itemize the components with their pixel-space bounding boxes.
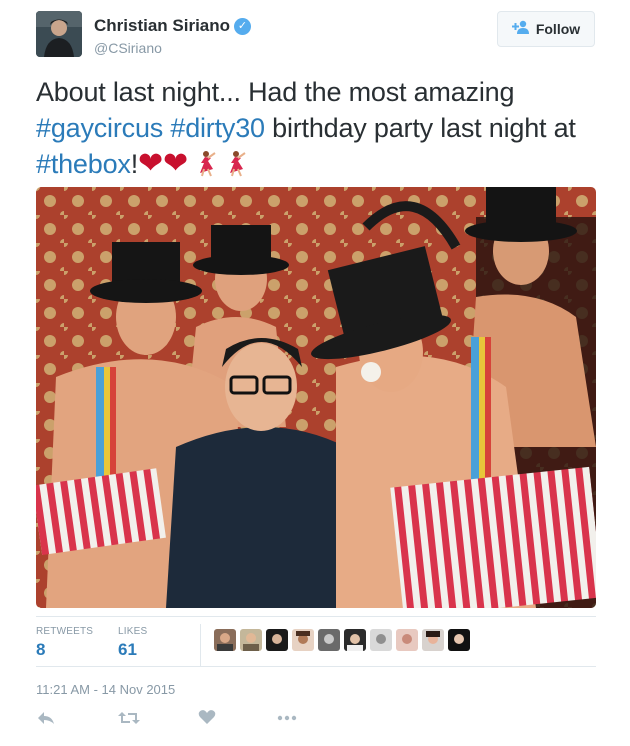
liker-avatar[interactable] — [422, 629, 444, 651]
divider — [200, 624, 201, 666]
liker-avatar[interactable] — [266, 629, 288, 651]
author-handle[interactable]: @CSiriano — [94, 40, 162, 56]
retweets-label: RETWEETS — [36, 626, 94, 637]
likers-avatars — [214, 629, 470, 651]
hashtag-thebox[interactable]: #thebox — [36, 149, 131, 179]
dancer-emoji-icon — [225, 151, 249, 179]
tweet-timestamp[interactable]: 11:21 AM - 14 Nov 2015 — [36, 682, 175, 697]
liker-avatar[interactable] — [448, 629, 470, 651]
more-icon[interactable] — [276, 708, 300, 732]
follow-person-plus-icon — [511, 20, 530, 38]
liker-avatar[interactable] — [214, 629, 236, 651]
tweet-photo[interactable] — [36, 187, 596, 608]
like-heart-icon[interactable] — [198, 708, 222, 732]
likes-label: LIKES — [118, 626, 148, 637]
hashtag-gaycircus[interactable]: #gaycircus — [36, 113, 163, 143]
tweet-actions — [36, 708, 336, 732]
reply-icon[interactable] — [36, 708, 60, 732]
liker-avatar[interactable] — [370, 629, 392, 651]
retweets-count[interactable]: 8 — [36, 640, 45, 660]
retweet-icon[interactable] — [118, 708, 142, 732]
liker-avatar[interactable] — [344, 629, 366, 651]
dancer-emoji-icon — [188, 151, 226, 179]
author-name[interactable]: Christian Siriano ✓ — [94, 16, 252, 36]
verified-badge-icon: ✓ — [234, 18, 252, 35]
tweet-text: About last night... Had the most amazing… — [36, 77, 576, 180]
likes-count[interactable]: 61 — [118, 640, 137, 660]
liker-avatar[interactable] — [318, 629, 340, 651]
red-heart-emoji-icon: ❤ — [138, 147, 163, 180]
red-heart-emoji-icon: ❤ — [162, 147, 188, 180]
author-avatar[interactable] — [36, 11, 82, 57]
follow-label[interactable]: Follow — [536, 21, 580, 37]
follow-button[interactable]: Follow — [497, 11, 595, 47]
divider — [36, 666, 596, 667]
liker-avatar[interactable] — [292, 629, 314, 651]
liker-avatar[interactable] — [396, 629, 418, 651]
hashtag-dirty30[interactable]: #dirty30 — [170, 113, 265, 143]
liker-avatar[interactable] — [240, 629, 262, 651]
divider — [36, 616, 596, 617]
